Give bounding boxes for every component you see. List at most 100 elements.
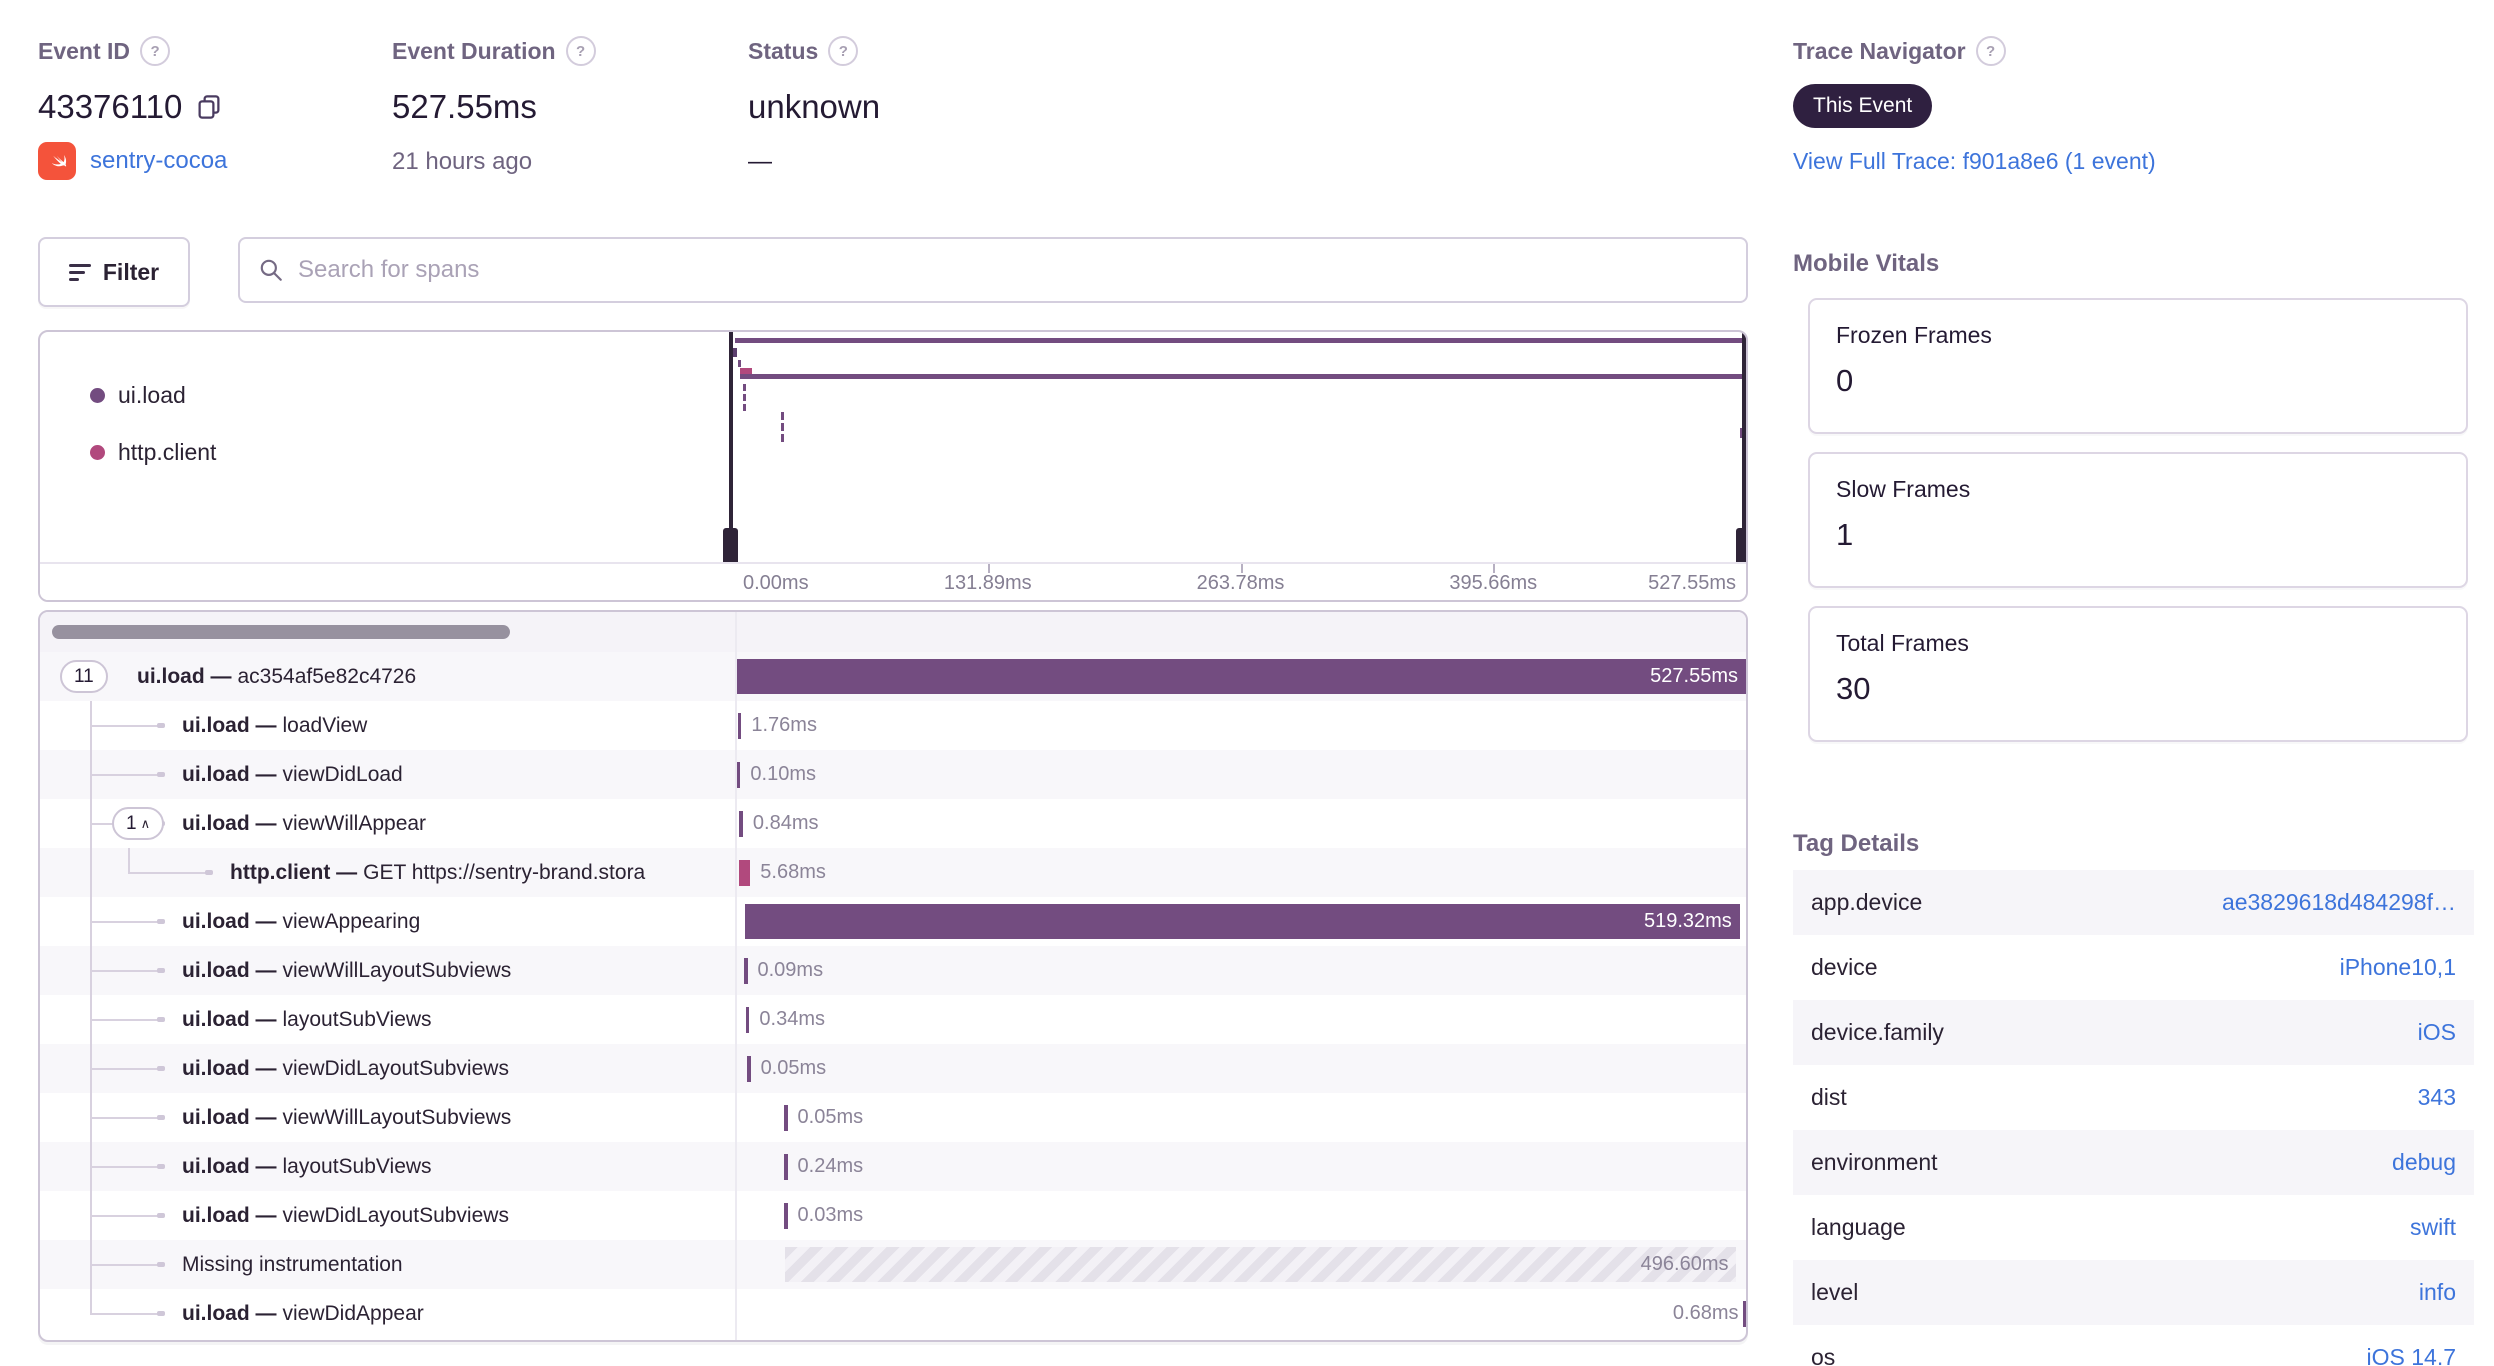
tree-connector-dot [205, 870, 213, 875]
tag-value-link[interactable]: iOS 14.7 [2367, 1344, 2457, 1366]
copy-icon[interactable] [194, 92, 224, 122]
vital-label: Slow Frames [1836, 476, 1971, 502]
span-description: ui.load — ac354af5e82c4726 [137, 664, 417, 688]
span-duration-label: 496.60ms [1640, 1253, 1729, 1275]
minimap-span-marker [743, 394, 746, 401]
span-chart-cell: 0.34ms [735, 995, 1746, 1044]
span-bar[interactable] [739, 810, 743, 837]
help-icon[interactable]: ? [565, 36, 596, 66]
project-link[interactable]: sentry-cocoa [90, 147, 227, 175]
help-icon[interactable]: ? [828, 36, 859, 66]
time-axis: 0.00ms 131.89ms 263.78ms 395.66ms 527.55ms [40, 562, 1746, 600]
tag-key: os [1811, 1344, 1836, 1366]
vital-card-frozen-frames: Frozen Frames 0 [1808, 298, 2468, 434]
tag-row-level: level info [1793, 1260, 2474, 1325]
axis-tick-label: 395.66ms [1449, 572, 1538, 594]
span-description: ui.load — viewWillAppear [182, 811, 427, 835]
tag-details-title: Tag Details [1793, 830, 1920, 857]
span-bar[interactable] [784, 1153, 788, 1180]
span-duration-label: 0.05ms [797, 1106, 864, 1128]
span-chart-cell: 0.10ms [735, 750, 1746, 799]
search-input[interactable] [296, 255, 1728, 285]
span-row[interactable]: ui.load — loadView 1.76ms [40, 701, 1746, 750]
tag-value-link[interactable]: ae3829618d484298f… [2222, 889, 2456, 916]
span-row[interactable]: ui.load — viewDidLayoutSubviews 0.05ms [40, 1044, 1746, 1093]
span-row[interactable]: ui.load — viewDidLayoutSubviews 0.03ms [40, 1191, 1746, 1240]
span-detail-page: Event ID ? 43376110 sentry-cocoa Event D… [0, 0, 2494, 1366]
tag-row-environment: environment debug [1793, 1130, 2474, 1195]
help-icon[interactable]: ? [140, 36, 171, 66]
filter-button-label: Filter [102, 258, 160, 285]
legend-item-http.client[interactable]: http.client5.68ms1% [40, 423, 735, 481]
span-row[interactable]: http.client — GET https://sentry-brand.s… [40, 848, 1746, 897]
tag-value-link[interactable]: info [2419, 1279, 2456, 1306]
span-chart-cell: 5.68ms [735, 848, 1746, 897]
minimap-right-grip[interactable] [1736, 528, 1746, 566]
span-row[interactable]: ui.load — viewWillLayoutSubviews 0.05ms [40, 1093, 1746, 1142]
span-bar[interactable] [736, 761, 741, 788]
tree-connector-dot [157, 772, 165, 777]
tree-connector [90, 1068, 158, 1070]
span-row[interactable]: ui.load — viewWillLayoutSubviews 0.09ms [40, 946, 1746, 995]
span-tree-cell: ui.load — layoutSubViews [40, 1142, 735, 1191]
tree-connector [90, 1117, 158, 1119]
event-id-label-text: Event ID [38, 37, 131, 64]
filter-button[interactable]: Filter [38, 237, 190, 307]
span-bar[interactable] [1742, 1300, 1746, 1327]
span-bar[interactable] [784, 1247, 1737, 1282]
span-bar[interactable] [739, 859, 751, 886]
minimap-span-marker [743, 404, 746, 411]
tree-connector-dot [157, 1262, 165, 1267]
tag-value-link[interactable]: 343 [2418, 1084, 2456, 1111]
span-description: ui.load — layoutSubViews [182, 1154, 432, 1178]
vital-value: 0 [1836, 363, 1854, 398]
status-label: Status [748, 37, 819, 64]
tree-connector-dot [157, 1115, 165, 1120]
help-icon[interactable]: ? [1975, 36, 2006, 66]
span-row[interactable]: ui.load — viewAppearing 519.32ms [40, 897, 1746, 946]
span-row[interactable]: 11 ui.load — ac354af5e82c4726 527.55ms [40, 652, 1746, 701]
span-bar[interactable] [747, 1055, 751, 1082]
span-chart-cell: 0.68ms [735, 1289, 1746, 1338]
tag-key: device [1811, 954, 1878, 980]
span-row[interactable]: ui.load — viewDidLoad 0.10ms [40, 750, 1746, 799]
tree-scrollbar-thumb[interactable] [52, 625, 510, 639]
expand-children-pill[interactable]: 11 [60, 660, 108, 693]
span-description: ui.load — loadView [182, 713, 368, 737]
tag-value-link[interactable]: iPhone10,1 [2340, 954, 2456, 981]
span-row[interactable]: ui.load — viewDidAppear 0.68ms [40, 1289, 1746, 1338]
tag-row-os: os iOS 14.7 [1793, 1325, 2474, 1366]
span-row[interactable]: Missing instrumentation 496.60ms [40, 1240, 1746, 1289]
tree-connector [90, 725, 158, 727]
minimap-span-marker [738, 360, 741, 367]
span-bar[interactable] [784, 1104, 788, 1131]
collapse-children-pill[interactable]: 1 ∧ [112, 807, 165, 840]
event-age: 21 hours ago [392, 148, 533, 175]
span-bar[interactable] [745, 1006, 750, 1033]
span-bar[interactable] [744, 957, 748, 984]
vital-card-total-frames: Total Frames 30 [1808, 606, 2468, 742]
legend-item-ui.load[interactable]: ui.load522.71ms99% [40, 366, 735, 424]
tag-value-link[interactable]: debug [2392, 1149, 2456, 1176]
tag-value-link[interactable]: iOS [2418, 1019, 2456, 1046]
span-bar[interactable] [784, 1202, 788, 1229]
tree-connector-dot [157, 1213, 165, 1218]
tag-value-link[interactable]: swift [2410, 1214, 2456, 1241]
span-chart-cell: 527.55ms [735, 652, 1746, 701]
minimap-left-grip[interactable] [723, 528, 738, 566]
view-full-trace-link[interactable]: View Full Trace: f901a8e6 (1 event) [1793, 148, 2156, 174]
tag-row-app.device: app.device ae3829618d484298f… [1793, 870, 2474, 935]
tree-connector-dot [157, 1017, 165, 1022]
span-bar[interactable] [735, 659, 1746, 694]
span-row[interactable]: 1 ∧ ui.load — viewWillAppear 0.84ms [40, 799, 1746, 848]
span-bar[interactable] [744, 904, 1740, 939]
mobile-vitals-title: Mobile Vitals [1793, 250, 1940, 277]
span-description: http.client — GET https://sentry-brand.s… [230, 860, 646, 884]
span-row[interactable]: ui.load — layoutSubViews 0.24ms [40, 1142, 1746, 1191]
span-bar[interactable] [737, 712, 742, 739]
tag-key: device.family [1811, 1019, 1944, 1045]
span-row[interactable]: ui.load — layoutSubViews 0.34ms [40, 995, 1746, 1044]
span-duration-label: 0.10ms [750, 763, 816, 785]
tree-connector-dot [157, 919, 165, 924]
span-chart-cell: 519.32ms [735, 897, 1746, 946]
